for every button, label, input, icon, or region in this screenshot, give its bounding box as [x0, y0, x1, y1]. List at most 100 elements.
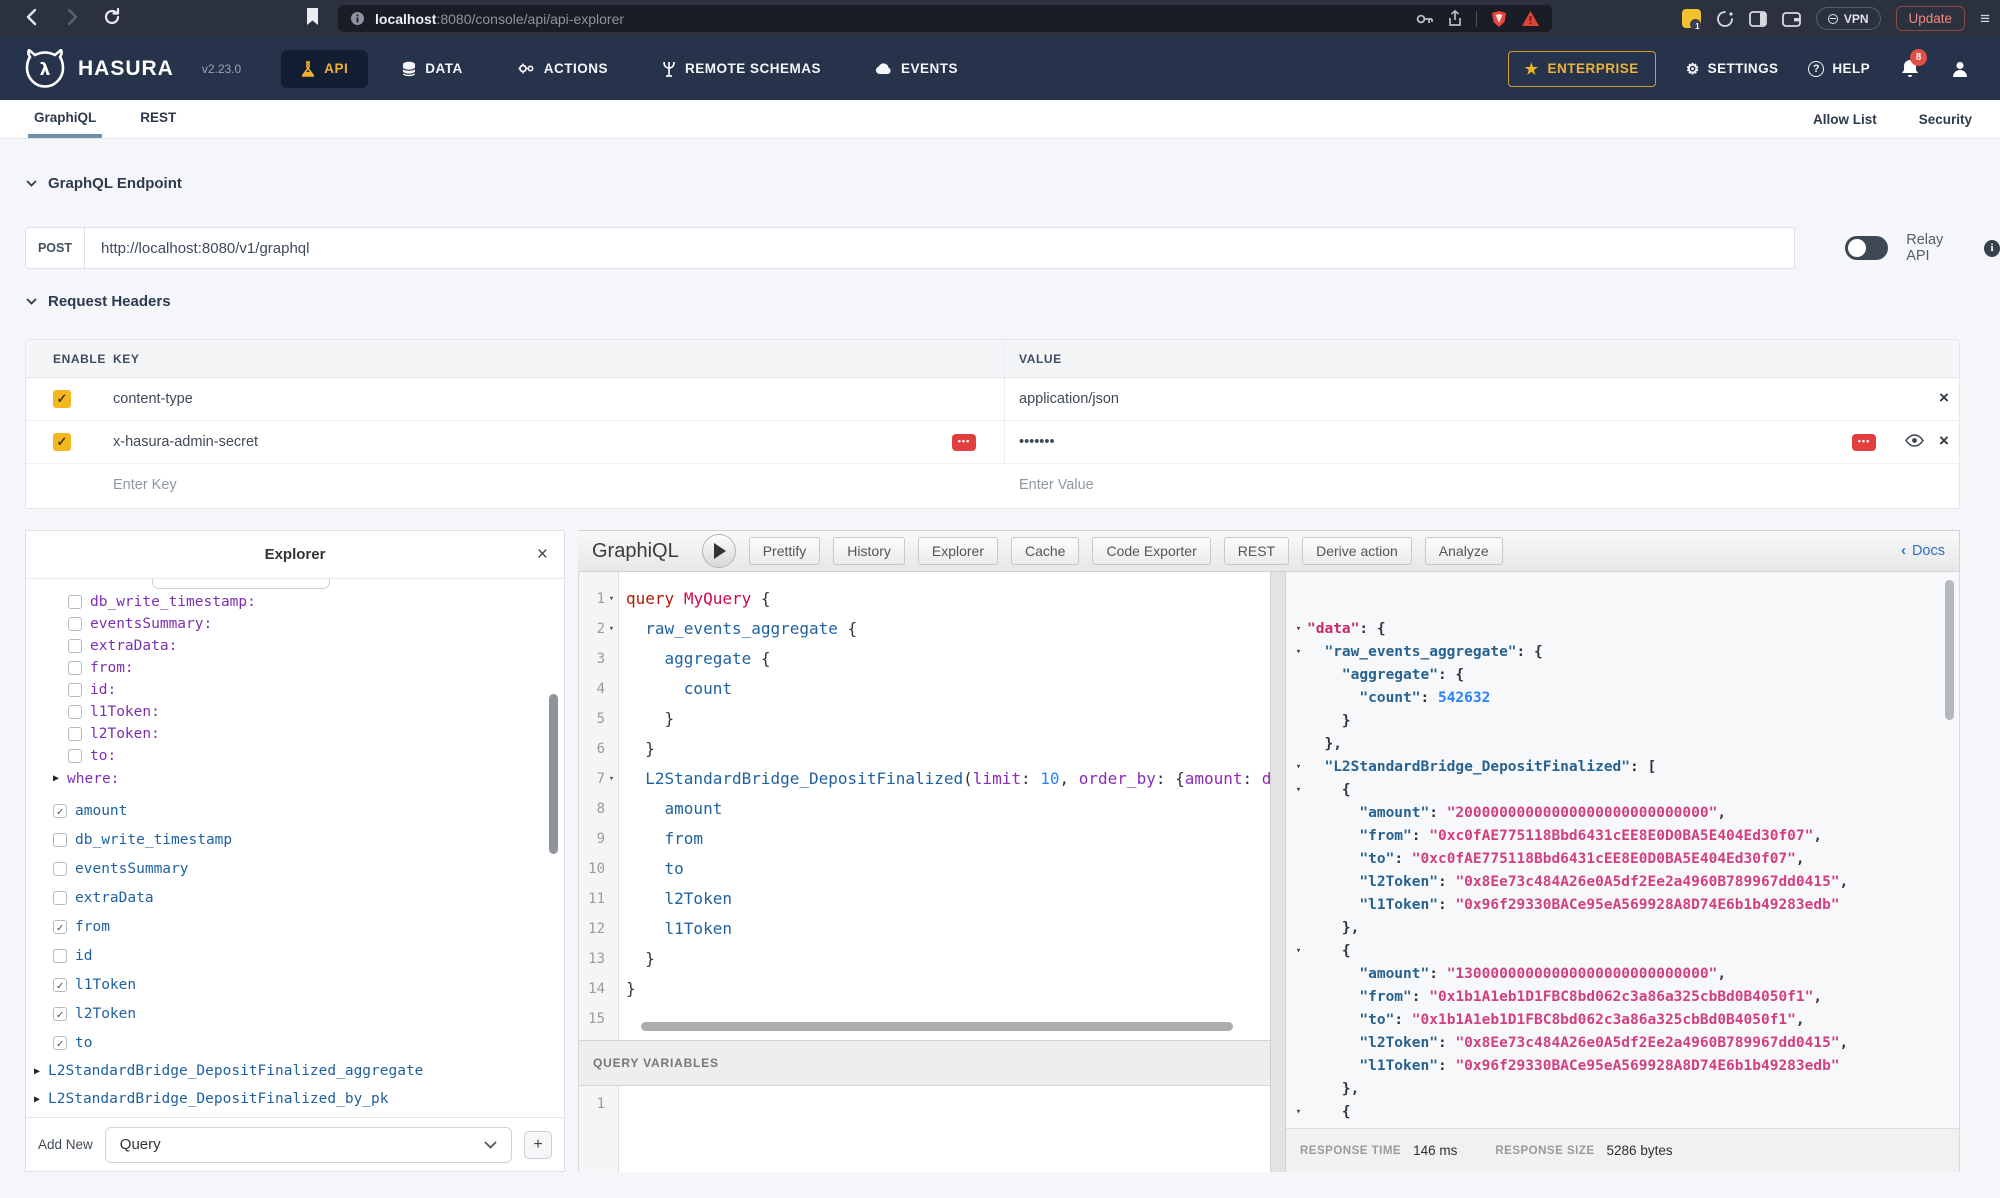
checkbox-icon[interactable]	[68, 661, 82, 675]
header-key-input[interactable]: content-type	[113, 391, 193, 407]
explorer-arg-row[interactable]: l2Token:	[26, 723, 564, 745]
add-operation-button[interactable]: +	[524, 1131, 552, 1159]
checkbox-icon[interactable]	[68, 617, 82, 631]
update-button[interactable]: Update	[1896, 6, 1966, 31]
bookmark-icon[interactable]	[305, 7, 320, 26]
explorer-scrollbar[interactable]	[549, 694, 558, 854]
info-icon[interactable]: i	[1984, 240, 2000, 257]
nav-tab-remote-schemas[interactable]: REMOTE SCHEMAS	[642, 50, 841, 88]
notifications-button[interactable]: 8	[1900, 58, 1920, 80]
fold-arrow-icon[interactable]: ▾	[605, 624, 618, 634]
key-icon[interactable]	[1416, 12, 1434, 26]
checked-checkbox-icon[interactable]: ✓	[53, 1007, 67, 1021]
explorer-collection-row[interactable]: ▶L2StandardBridge_DepositFinalized_aggre…	[26, 1057, 564, 1085]
query-variables-editor[interactable]: 1	[579, 1086, 1270, 1172]
help-button[interactable]: ? HELP	[1808, 61, 1870, 77]
user-menu-button[interactable]	[1950, 59, 1970, 79]
toolbar-button-rest[interactable]: REST	[1224, 537, 1289, 565]
tab-graphiql[interactable]: GraphiQL	[28, 100, 102, 138]
browser-menu-icon[interactable]: ≡	[1980, 9, 1990, 29]
execute-query-button[interactable]	[702, 534, 736, 568]
security-link[interactable]: Security	[1919, 112, 1972, 127]
explorer-field-row[interactable]: db_write_timestamp	[26, 825, 564, 854]
graphql-endpoint-heading[interactable]: GraphQL Endpoint	[26, 175, 182, 192]
settings-button[interactable]: ⚙ SETTINGS	[1686, 60, 1779, 78]
query-variables-header[interactable]: QUERY VARIABLES	[579, 1040, 1270, 1086]
sidebar-toggle-icon[interactable]	[1749, 11, 1767, 27]
site-info-icon[interactable]	[350, 11, 365, 26]
address-bar[interactable]: localhost:8080/console/api/api-explorer	[338, 5, 1552, 32]
header-value-input[interactable]: •••••••	[1019, 434, 1055, 450]
checked-checkbox-icon[interactable]: ✓	[53, 804, 67, 818]
checkbox-icon[interactable]	[53, 891, 67, 905]
explorer-arg-row[interactable]: db_write_timestamp:	[26, 591, 564, 613]
secret-badge-icon[interactable]: •••	[1852, 434, 1876, 451]
toolbar-button-history[interactable]: History	[833, 537, 905, 565]
operation-type-select[interactable]: Query	[105, 1127, 512, 1163]
checkbox-icon[interactable]	[53, 833, 67, 847]
toolbar-button-prettify[interactable]: Prettify	[749, 537, 821, 565]
checked-checkbox-icon[interactable]: ✓	[53, 1036, 67, 1050]
explorer-field-row[interactable]: ✓from	[26, 912, 564, 941]
checked-checkbox-icon[interactable]: ✓	[53, 978, 67, 992]
remove-header-icon[interactable]: ×	[1939, 431, 1949, 451]
extension-notes-icon[interactable]: 1	[1682, 9, 1701, 28]
explorer-field-row[interactable]: eventsSummary	[26, 854, 564, 883]
explorer-field-row[interactable]: ✓l2Token	[26, 999, 564, 1028]
nav-tab-events[interactable]: EVENTS	[855, 50, 978, 87]
explorer-arg-row[interactable]: extraData:	[26, 635, 564, 657]
nav-tab-data[interactable]: DATA	[382, 50, 483, 88]
checkbox-icon[interactable]	[68, 727, 82, 741]
enable-checkbox[interactable]: ✓	[53, 390, 71, 408]
checkbox-icon[interactable]	[53, 949, 67, 963]
editor-horizontal-scrollbar[interactable]	[641, 1022, 1233, 1031]
docs-link[interactable]: ‹Docs	[1901, 543, 1945, 559]
explorer-where-row[interactable]: ▶ where:	[26, 767, 564, 790]
argument-input[interactable]	[152, 579, 330, 589]
explorer-field-row[interactable]: ✓to	[26, 1028, 564, 1057]
checked-checkbox-icon[interactable]: ✓	[53, 920, 67, 934]
new-key-input[interactable]: Enter Key	[113, 477, 177, 493]
checkbox-icon[interactable]	[53, 862, 67, 876]
explorer-field-row[interactable]: extraData	[26, 883, 564, 912]
explorer-arg-row[interactable]: id:	[26, 679, 564, 701]
query-code[interactable]: query MyQuery { raw_events_aggregate { a…	[619, 572, 1270, 1040]
share-icon[interactable]	[1448, 10, 1462, 27]
explorer-field-row[interactable]: id	[26, 941, 564, 970]
explorer-arg-row[interactable]: eventsSummary:	[26, 613, 564, 635]
explorer-collection-row[interactable]: ▶L2StandardBridge_DepositFinalized_by_pk	[26, 1085, 564, 1113]
checkbox-icon[interactable]	[68, 595, 82, 609]
allow-list-link[interactable]: Allow List	[1813, 112, 1877, 127]
close-icon[interactable]: ×	[537, 544, 548, 566]
checkbox-icon[interactable]	[68, 683, 82, 697]
hasura-logo[interactable]: λ	[24, 49, 66, 89]
toolbar-button-analyze[interactable]: Analyze	[1425, 537, 1503, 565]
enable-checkbox[interactable]: ✓	[53, 433, 71, 451]
query-editor[interactable]: 1▾2▾34567▾89101112131415 query MyQuery {…	[579, 572, 1270, 1040]
vpn-button[interactable]: VPN	[1816, 7, 1881, 30]
fold-arrow-icon[interactable]: ▾	[605, 774, 618, 784]
fold-arrow-icon[interactable]: ▾	[605, 594, 618, 604]
remove-header-icon[interactable]: ×	[1939, 388, 1949, 408]
explorer-field-row[interactable]: ✓l1Token	[26, 970, 564, 999]
endpoint-url-input[interactable]: http://localhost:8080/v1/graphql	[85, 227, 1795, 269]
toolbar-button-cache[interactable]: Cache	[1011, 537, 1079, 565]
toolbar-button-code-exporter[interactable]: Code Exporter	[1092, 537, 1210, 565]
explorer-field-row[interactable]: ✓amount	[26, 796, 564, 825]
enterprise-button[interactable]: ★ ENTERPRISE	[1508, 51, 1656, 87]
reveal-eye-icon[interactable]	[1905, 434, 1924, 447]
explorer-arg-row[interactable]: l1Token:	[26, 701, 564, 723]
response-scrollbar[interactable]	[1945, 580, 1954, 720]
checkbox-icon[interactable]	[68, 639, 82, 653]
secret-badge-icon[interactable]: •••	[952, 434, 976, 451]
back-icon[interactable]	[22, 7, 42, 27]
toolbar-button-explorer[interactable]: Explorer	[918, 537, 998, 565]
toolbar-button-derive-action[interactable]: Derive action	[1302, 537, 1412, 565]
checkbox-icon[interactable]	[68, 749, 82, 763]
extension-icon[interactable]	[1716, 10, 1734, 28]
wallet-icon[interactable]	[1782, 11, 1801, 27]
header-key-input[interactable]: x-hasura-admin-secret	[113, 434, 258, 450]
reload-icon[interactable]	[102, 7, 122, 27]
forward-icon[interactable]	[62, 7, 82, 27]
nav-tab-api[interactable]: API	[281, 50, 368, 88]
